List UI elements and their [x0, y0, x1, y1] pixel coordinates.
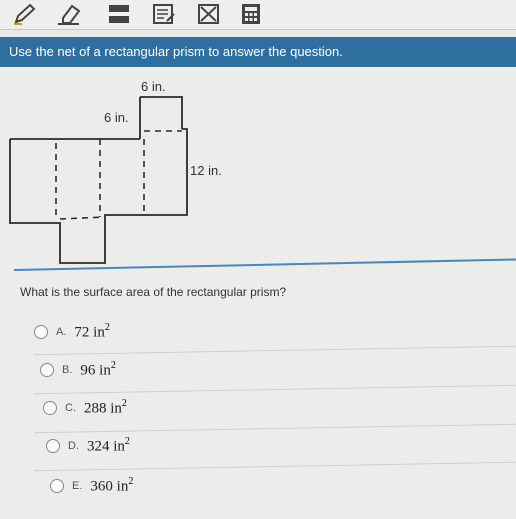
calculator-icon[interactable]	[236, 1, 266, 27]
label-top-width: 6 in.	[141, 79, 166, 94]
option-e[interactable]: E. 360 in2	[50, 468, 516, 504]
option-letter: C.	[65, 402, 76, 414]
option-value: 288 in	[84, 400, 122, 417]
instruction-banner: Use the net of a rectangular prism to an…	[0, 37, 516, 67]
eliminate-icon[interactable]	[194, 1, 224, 27]
option-letter: B.	[62, 364, 73, 376]
option-letter: A.	[56, 326, 67, 338]
option-value: 324 in	[87, 438, 125, 455]
option-value: 360 in	[90, 478, 129, 495]
option-b[interactable]: B. 96 in2	[40, 352, 516, 388]
instruction-text: Use the net of a rectangular prism to an…	[9, 44, 343, 59]
radio-a[interactable]	[34, 325, 48, 339]
option-c[interactable]: C. 288 in2	[43, 390, 516, 426]
toolbar-divider	[0, 29, 516, 30]
option-exponent: 2	[121, 398, 127, 410]
option-value: 72 in	[74, 324, 105, 341]
net-outline	[9, 128, 188, 264]
option-letter: E.	[72, 480, 83, 492]
line-reader-icon[interactable]	[104, 1, 134, 27]
option-value: 96 in	[80, 362, 111, 379]
option-exponent: 2	[110, 360, 116, 372]
prism-net-diagram	[9, 96, 188, 264]
radio-e[interactable]	[50, 479, 64, 493]
pencil-icon[interactable]	[10, 1, 40, 27]
option-d[interactable]: D. 324 in2	[46, 428, 516, 464]
radio-b[interactable]	[40, 363, 54, 377]
option-letter: D.	[68, 440, 79, 452]
option-a[interactable]: A. 72 in2	[34, 314, 516, 350]
eraser-icon[interactable]	[55, 1, 85, 27]
option-exponent: 2	[104, 322, 110, 334]
radio-d[interactable]	[46, 439, 60, 453]
radio-c[interactable]	[43, 401, 57, 415]
label-height: 12 in.	[190, 163, 222, 178]
option-exponent: 2	[128, 476, 134, 488]
option-exponent: 2	[124, 436, 130, 448]
label-left-width: 6 in.	[104, 110, 129, 125]
question-prompt: What is the surface area of the rectangu…	[20, 285, 287, 299]
notepad-icon[interactable]	[149, 1, 179, 27]
net-top-face	[140, 96, 183, 129]
net-fold-bottom	[59, 216, 106, 220]
toolbar	[0, 0, 516, 30]
